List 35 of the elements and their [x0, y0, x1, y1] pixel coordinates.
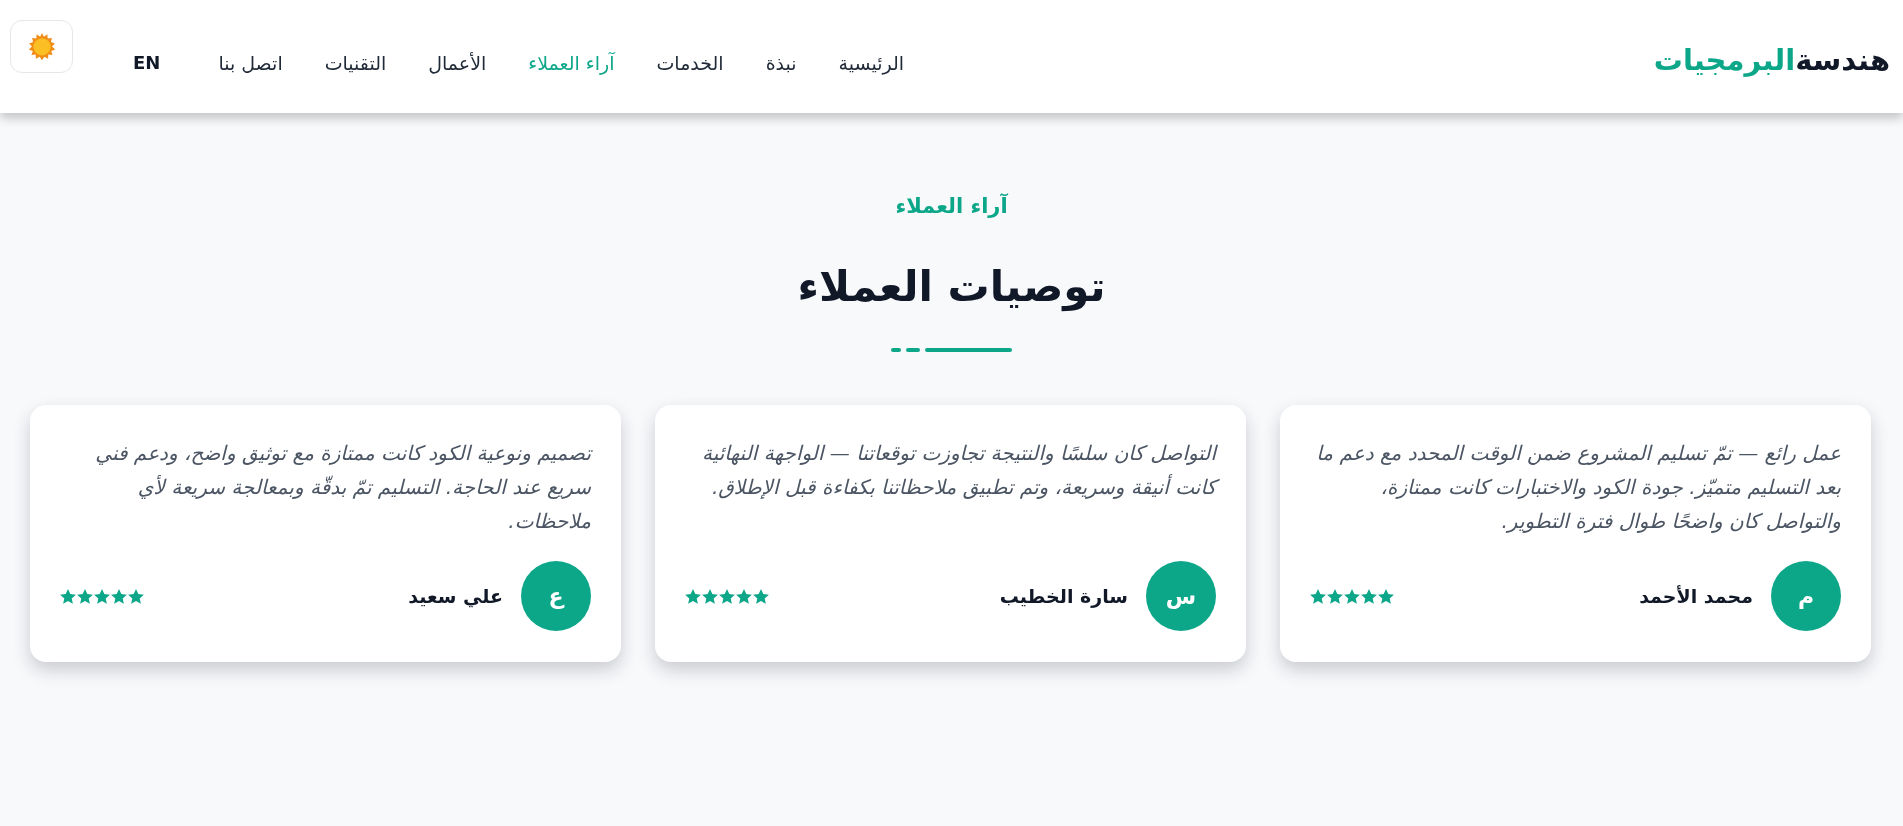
star-icon: [111, 588, 127, 604]
star-icon: [719, 588, 735, 604]
testimonial-quote: تصميم ونوعية الكود كانت ممتازة مع توثيق واضح، ودعم فني سريع عند الحاجة. التسليم تمّ بدقّة وبمعالجة سريعة لأي ملاحظات.: [94, 440, 591, 535]
nav-link[interactable]: نبذة: [765, 51, 797, 74]
client-name: علي سعيد: [408, 585, 503, 607]
logo-text[interactable]: هندسةالبرمجيات: [1653, 42, 1890, 77]
star-icon: [685, 588, 701, 604]
avatar: ع: [521, 561, 591, 631]
language-button[interactable]: EN: [133, 52, 161, 73]
star-icon: [1327, 588, 1343, 604]
star-icon: [1361, 588, 1377, 604]
star-icon: [1310, 588, 1326, 604]
section-title: توصيات العملاء: [797, 261, 1106, 314]
star-icon: [753, 588, 769, 604]
nav-link[interactable]: اتصل بنا: [218, 51, 283, 74]
nav-link[interactable]: الأعمال: [428, 51, 487, 74]
star-icon: [702, 588, 718, 604]
client-name: سارة الخطيب: [999, 585, 1128, 607]
star-icon: [60, 588, 76, 604]
star-icon: [1378, 588, 1394, 604]
nav-link[interactable]: التقنيات: [324, 51, 387, 74]
sun-icon: [27, 32, 56, 61]
nav-link[interactable]: الخدمات: [656, 51, 724, 74]
client-name: محمد الأحمد: [1639, 585, 1753, 607]
star-icon: [77, 588, 93, 604]
section-eyebrow: آراء العملاء: [895, 193, 1008, 219]
nav-link[interactable]: الرئيسية: [838, 51, 905, 74]
star-icon: [1344, 588, 1360, 604]
theme-toggle-button[interactable]: [10, 20, 73, 73]
star-icon: [128, 588, 144, 604]
star-icon: [736, 588, 752, 604]
star-icon: [94, 588, 110, 604]
avatar: م: [1771, 561, 1841, 631]
avatar: س: [1146, 561, 1216, 631]
testimonial-quote: عمل رائع — تمّ تسليم المشروع ضمن الوقت المحدد مع دعم ما بعد التسليم متميّز. جودة الكود والاختبارات كانت ممتازة، والتواصل كان واضحًا طوال فترة التطوير.: [1315, 440, 1841, 535]
